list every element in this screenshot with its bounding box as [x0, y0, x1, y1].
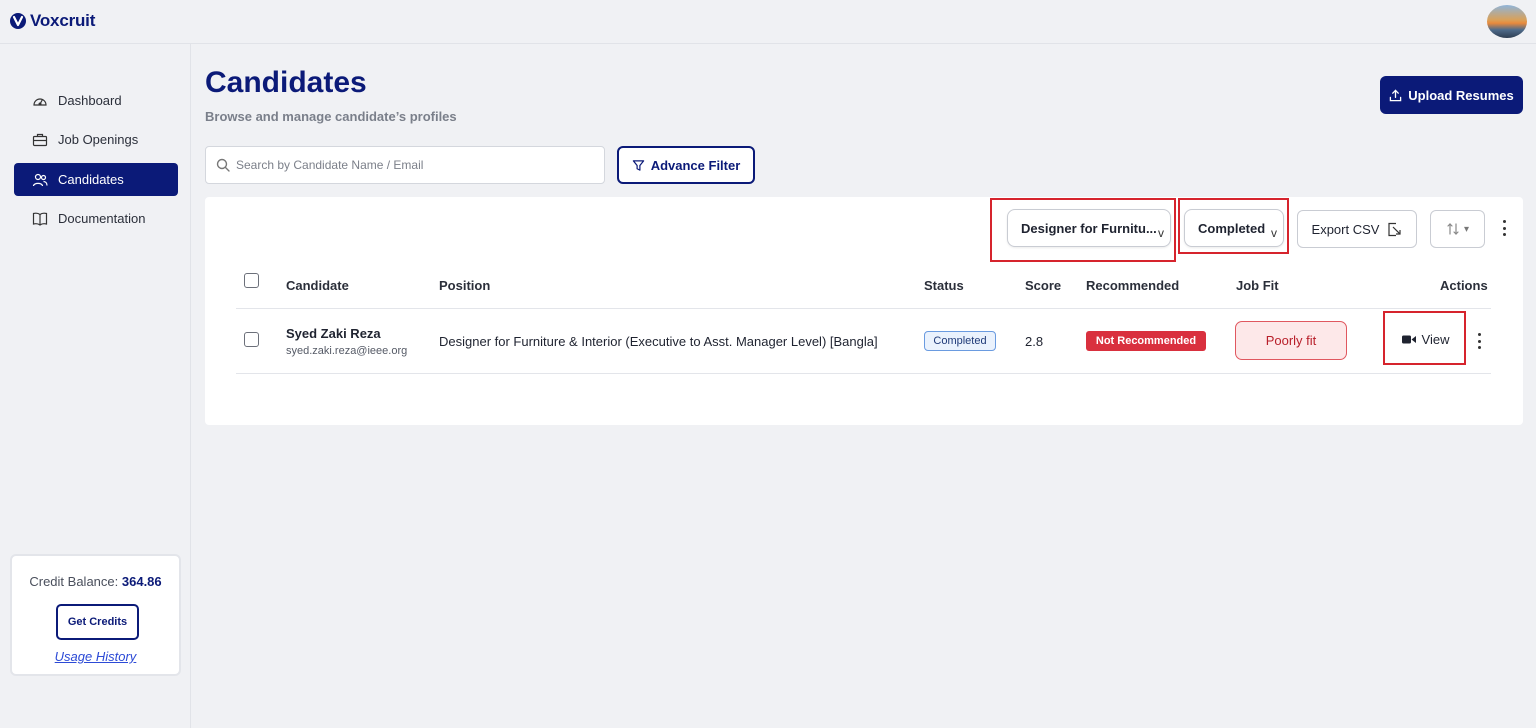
column-header-position[interactable]: Position: [439, 278, 490, 293]
view-label: View: [1421, 331, 1450, 347]
gauge-icon: [33, 97, 47, 106]
filter-icon: [632, 159, 644, 171]
column-header-status[interactable]: Status: [924, 278, 964, 293]
candidate-score: 2.8: [1025, 334, 1044, 349]
usage-history-link[interactable]: Usage History: [12, 649, 179, 664]
sidebar-item-documentation[interactable]: Documentation: [14, 202, 178, 235]
sidebar-item-label: Documentation: [58, 211, 146, 226]
video-camera-icon: [1401, 335, 1416, 343]
candidate-name[interactable]: Syed Zaki Reza: [286, 326, 381, 341]
sidebar-item-job-openings[interactable]: Job Openings: [14, 123, 178, 156]
book-icon: [32, 212, 48, 226]
more-options-icon[interactable]: [1499, 220, 1509, 236]
upload-icon: [1389, 88, 1402, 101]
status-filter-value: Completed: [1198, 220, 1266, 236]
status-badge: Completed: [924, 331, 996, 351]
candidate-email: syed.zaki.reza@ieee.org: [286, 345, 408, 357]
sidebar-item-dashboard[interactable]: Dashboard: [14, 84, 178, 117]
header-divider: [236, 308, 1491, 309]
page-title: Candidates: [205, 66, 367, 99]
upload-resumes-label: Upload Resumes: [1408, 87, 1514, 103]
search-box: [205, 146, 605, 184]
job-fit-badge: Poorly fit: [1235, 321, 1347, 360]
sidebar-item-label: Job Openings: [58, 132, 139, 147]
logo-mark-icon: [10, 13, 26, 29]
avatar[interactable]: [1487, 5, 1527, 38]
candidate-position: Designer for Furniture & Interior (Execu…: [439, 334, 878, 349]
top-bar: Voxcruit: [0, 0, 1536, 44]
chevron-down-icon: v: [1158, 226, 1164, 240]
column-header-actions: Actions: [1440, 278, 1488, 293]
position-filter-value: Designer for Furnitu...: [1021, 220, 1157, 236]
status-filter-dropdown[interactable]: Completed v: [1184, 209, 1284, 247]
credit-balance-label: Credit Balance:: [29, 574, 119, 589]
export-icon: [1388, 222, 1402, 236]
credit-card: Credit Balance: 364.86 Get Credits Usage…: [10, 554, 181, 676]
chevron-down-icon: v: [1271, 226, 1277, 240]
sidebar-item-candidates[interactable]: Candidates: [14, 163, 178, 196]
column-header-score[interactable]: Score: [1025, 278, 1061, 293]
advance-filter-label: Advance Filter: [650, 157, 741, 173]
sort-icon: [1447, 223, 1459, 235]
get-credits-button[interactable]: Get Credits: [56, 604, 139, 640]
sort-button[interactable]: ▾: [1430, 210, 1485, 248]
column-header-job-fit[interactable]: Job Fit: [1236, 278, 1279, 293]
column-header-recommended[interactable]: Recommended: [1086, 278, 1179, 293]
view-button[interactable]: View: [1387, 314, 1464, 364]
logo[interactable]: Voxcruit: [9, 11, 95, 31]
brand-name: Voxcruit: [30, 11, 96, 30]
sidebar-item-label: Dashboard: [58, 93, 122, 108]
users-icon: [32, 173, 48, 186]
credit-balance-value: 364.86: [121, 574, 162, 589]
row-checkbox[interactable]: [244, 332, 259, 347]
export-csv-label: Export CSV: [1311, 221, 1380, 237]
position-filter-dropdown[interactable]: Designer for Furnitu... v: [1007, 209, 1171, 247]
advance-filter-button[interactable]: Advance Filter: [617, 146, 755, 184]
credit-balance: Credit Balance: 364.86: [12, 574, 179, 589]
page-subtitle: Browse and manage candidate’s profiles: [205, 109, 457, 124]
sidebar-item-label: Candidates: [58, 172, 124, 187]
search-input[interactable]: [236, 158, 586, 172]
caret-down-icon: ▾: [1463, 223, 1470, 235]
search-icon: [216, 158, 230, 172]
briefcase-icon: [32, 133, 48, 146]
column-header-candidate[interactable]: Candidate: [286, 278, 349, 293]
row-divider: [236, 373, 1491, 374]
export-csv-button[interactable]: Export CSV: [1297, 210, 1417, 248]
select-all-checkbox[interactable]: [244, 273, 259, 288]
recommendation-badge: Not Recommended: [1086, 331, 1206, 351]
row-more-options-icon[interactable]: [1474, 333, 1484, 349]
upload-resumes-button[interactable]: Upload Resumes: [1380, 76, 1523, 114]
